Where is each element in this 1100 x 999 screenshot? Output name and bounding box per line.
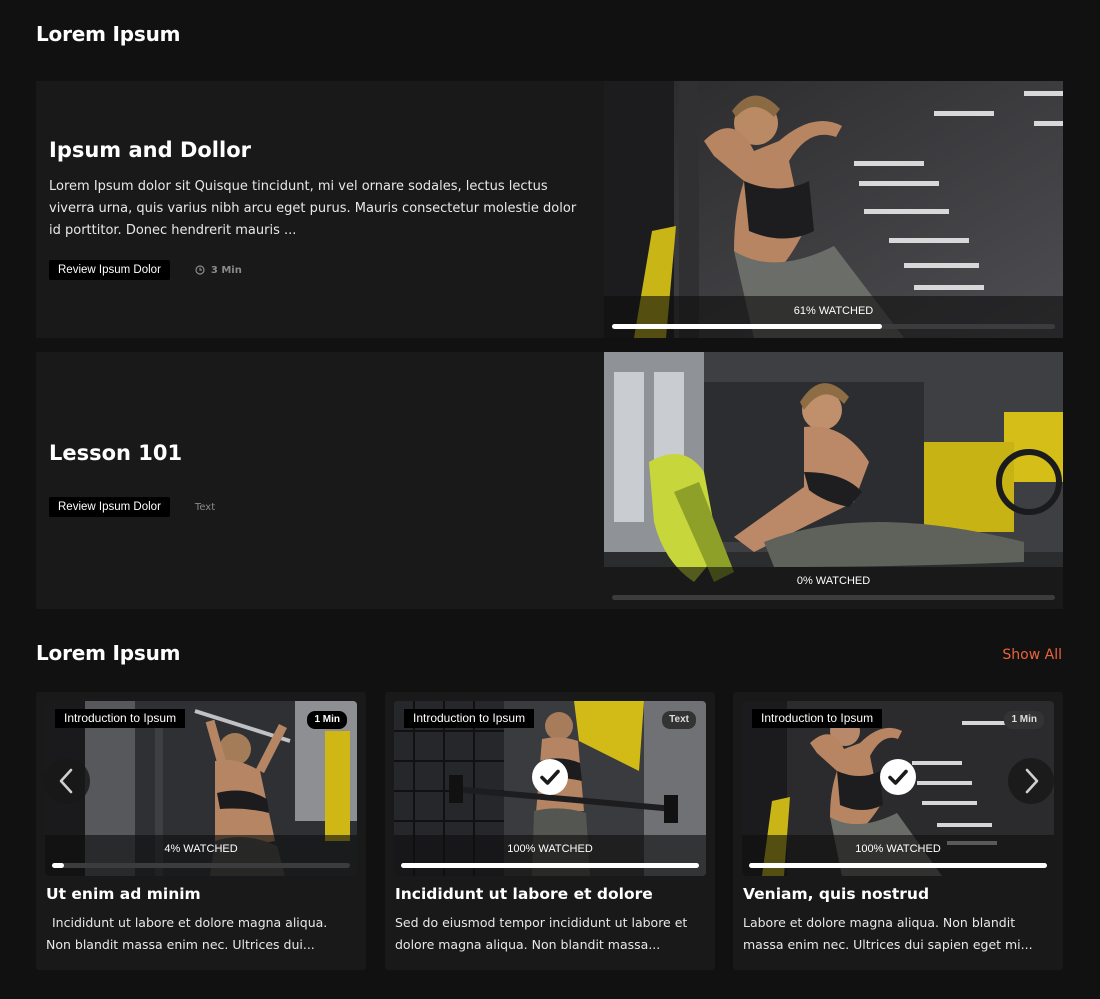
card-description: Incididunt ut labore et dolore magna ali… <box>46 915 328 952</box>
card-thumbnail[interactable]: Introduction to Ipsum Text 100% WATCHED <box>394 701 706 876</box>
card-description: Labore et dolore magna aliqua. Non bland… <box>743 915 1033 952</box>
checkmark-icon <box>888 769 908 785</box>
watch-progress-overlay: 0% WATCHED <box>604 567 1063 609</box>
progress-track <box>612 324 1055 329</box>
duration-info: 3 Min <box>195 265 242 276</box>
lesson-description: Lorem Ipsum dolor sit Quisque tincidunt,… <box>49 179 577 238</box>
lesson-video-thumbnail[interactable]: 0% WATCHED <box>604 352 1063 609</box>
progress-fill <box>749 863 1047 868</box>
lesson-type-label: Text <box>194 501 216 513</box>
progress-track <box>52 863 350 868</box>
lesson-card-1[interactable]: Introduction to Ipsum 1 Min 4% WATCHED U… <box>36 692 366 970</box>
carousel-prev-button[interactable] <box>44 758 90 804</box>
progress-track <box>401 863 699 868</box>
lesson-hero-1: Ipsum and Dollor Lorem Ipsum dolor sit Q… <box>36 81 1063 338</box>
watched-label: 4% WATCHED <box>164 843 238 855</box>
lesson-card-2[interactable]: Introduction to Ipsum Text 100% WATCHED … <box>385 692 715 970</box>
progress-track <box>749 863 1047 868</box>
duration-label: 3 Min <box>210 264 242 276</box>
watch-progress-overlay: 4% WATCHED <box>45 835 357 876</box>
chevron-right-icon <box>1025 768 1039 794</box>
chevron-left-icon <box>59 768 73 794</box>
watched-label: 100% WATCHED <box>855 843 941 855</box>
watch-progress-overlay: 100% WATCHED <box>742 835 1054 876</box>
lesson-meta: Review Ipsum Dolor 3 Min <box>49 260 579 280</box>
duration-badge: 1 Min <box>1004 711 1044 729</box>
category-tag: Introduction to Ipsum <box>752 709 883 728</box>
card-title[interactable]: Incididunt ut labore et dolore <box>395 883 653 905</box>
card-description: Sed do eiusmod tempor incididunt ut labo… <box>395 915 688 952</box>
carousel-next-button[interactable] <box>1008 758 1054 804</box>
progress-fill <box>401 863 699 868</box>
category-tag: Introduction to Ipsum <box>55 709 186 728</box>
progress-fill <box>52 863 64 868</box>
lesson-hero-2: Lesson 101 Review Ipsum Dolor Text 0% WA… <box>36 352 1063 609</box>
review-button[interactable]: Review Ipsum Dolor <box>49 497 170 517</box>
completed-checkmark-icon <box>532 759 568 795</box>
lesson-video-thumbnail[interactable]: 61% WATCHED <box>604 81 1063 338</box>
completed-checkmark-icon <box>880 759 916 795</box>
watch-progress-overlay: 100% WATCHED <box>394 835 706 876</box>
lesson-hero-text: Ipsum and Dollor Lorem Ipsum dolor sit Q… <box>49 136 579 280</box>
card-title[interactable]: Veniam, quis nostrud <box>743 883 929 905</box>
lesson-title: Lesson 101 <box>49 441 183 465</box>
review-button[interactable]: Review Ipsum Dolor <box>49 260 170 280</box>
card-thumbnail[interactable]: Introduction to Ipsum 1 Min 4% WATCHED <box>45 701 357 876</box>
duration-badge: 1 Min <box>307 711 347 729</box>
card-title[interactable]: Ut enim ad minim <box>46 883 201 905</box>
lesson-hero-text: Lesson 101 Review Ipsum Dolor Text <box>49 439 579 517</box>
lesson-title: Ipsum and Dollor <box>49 138 251 162</box>
watched-label: 0% WATCHED <box>796 575 871 587</box>
lesson-type-badge: Text <box>662 711 696 729</box>
progress-track <box>612 595 1055 600</box>
section-title-top: Lorem Ipsum <box>36 22 181 46</box>
lesson-card-3[interactable]: Introduction to Ipsum 1 Min 100% WATCHED… <box>733 692 1063 970</box>
progress-fill <box>612 324 883 329</box>
clock-icon <box>195 265 205 275</box>
watched-label: 61% WATCHED <box>793 305 874 317</box>
lesson-meta: Review Ipsum Dolor Text <box>49 497 579 517</box>
checkmark-icon <box>540 769 560 785</box>
watch-progress-overlay: 61% WATCHED <box>604 296 1063 338</box>
section-title-bottom: Lorem Ipsum <box>36 641 181 665</box>
card-thumbnail[interactable]: Introduction to Ipsum 1 Min 100% WATCHED <box>742 701 1054 876</box>
show-all-link[interactable]: Show All <box>1002 647 1062 663</box>
watched-label: 100% WATCHED <box>507 843 593 855</box>
category-tag: Introduction to Ipsum <box>404 709 535 728</box>
